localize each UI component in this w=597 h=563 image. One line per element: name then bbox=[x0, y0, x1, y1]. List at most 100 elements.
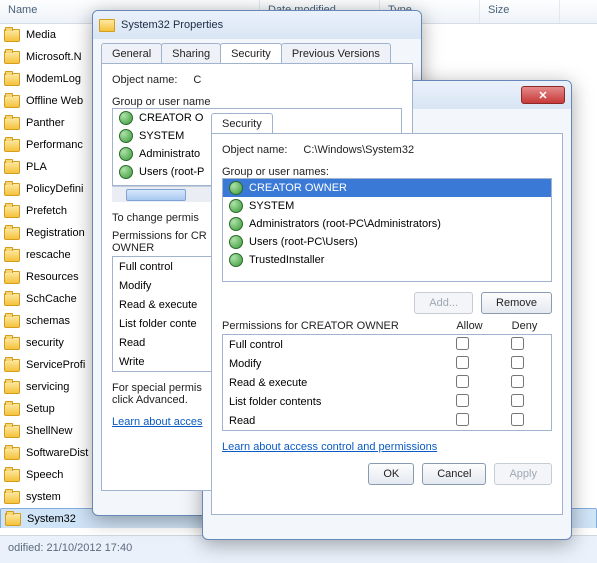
permission-name: Read & execute bbox=[229, 377, 435, 389]
folder-name: security bbox=[26, 337, 64, 349]
close-icon: ✕ bbox=[538, 89, 547, 102]
permissions-window: Permissions for System32 ✕ Security Obje… bbox=[202, 80, 572, 540]
user-label: TrustedInstaller bbox=[249, 254, 324, 266]
folder-name: Prefetch bbox=[26, 205, 67, 217]
user-label: Users (root-P bbox=[139, 166, 204, 178]
user-icon bbox=[229, 235, 243, 249]
allow-checkbox[interactable] bbox=[456, 394, 469, 407]
user-label: Users (root-PC\Users) bbox=[249, 236, 358, 248]
folder-icon bbox=[4, 491, 20, 504]
tab-previous-versions[interactable]: Previous Versions bbox=[281, 43, 391, 63]
folder-icon bbox=[4, 403, 20, 416]
user-label: CREATOR O bbox=[139, 112, 203, 124]
tab-security[interactable]: Security bbox=[220, 43, 282, 63]
add-button[interactable]: Add... bbox=[414, 292, 473, 314]
tab-security[interactable]: Security bbox=[211, 113, 273, 133]
folder-icon bbox=[4, 447, 20, 460]
user-item[interactable]: CREATOR OWNER bbox=[223, 179, 551, 197]
folder-icon bbox=[4, 271, 20, 284]
user-icon bbox=[229, 217, 243, 231]
folder-icon bbox=[4, 161, 20, 174]
folder-icon bbox=[4, 425, 20, 438]
user-item[interactable]: Administrators (root-PC\Administrators) bbox=[223, 215, 551, 233]
group-label: Group or user names: bbox=[222, 166, 552, 178]
object-name-value: C bbox=[193, 74, 201, 86]
permission-row: List folder contents bbox=[223, 392, 551, 411]
folder-icon bbox=[4, 183, 20, 196]
col-size[interactable]: Size bbox=[480, 0, 560, 23]
folder-name: PolicyDefini bbox=[26, 183, 83, 195]
deny-checkbox[interactable] bbox=[511, 356, 524, 369]
tab-sharing[interactable]: Sharing bbox=[161, 43, 221, 63]
cancel-button[interactable]: Cancel bbox=[422, 463, 486, 485]
folder-icon bbox=[4, 117, 20, 130]
close-button[interactable]: ✕ bbox=[521, 86, 565, 104]
folder-name: Offline Web bbox=[26, 95, 83, 107]
permissions-user-list[interactable]: CREATOR OWNER SYSTEMAdministrators (root-… bbox=[222, 178, 552, 282]
folder-icon bbox=[4, 337, 20, 350]
folder-name: Setup bbox=[26, 403, 55, 415]
folder-name: servicing bbox=[26, 381, 69, 393]
remove-button[interactable]: Remove bbox=[481, 292, 552, 314]
folder-name: ModemLog bbox=[26, 73, 81, 85]
deny-header: Deny bbox=[497, 320, 552, 332]
folder-name: Registration bbox=[26, 227, 85, 239]
permissions-table: Full controlModifyRead & executeList fol… bbox=[222, 334, 552, 431]
folder-icon bbox=[4, 293, 20, 306]
user-icon bbox=[119, 129, 133, 143]
folder-icon bbox=[4, 359, 20, 372]
deny-checkbox[interactable] bbox=[511, 394, 524, 407]
tab-general[interactable]: General bbox=[101, 43, 162, 63]
folder-name: Panther bbox=[26, 117, 65, 129]
learn-more-link[interactable]: Learn about acces bbox=[112, 416, 203, 428]
user-item[interactable]: TrustedInstaller bbox=[223, 251, 551, 269]
learn-more-link[interactable]: Learn about access control and permissio… bbox=[222, 441, 437, 453]
folder-icon bbox=[4, 315, 20, 328]
folder-name: PLA bbox=[26, 161, 47, 173]
folder-icon bbox=[4, 73, 20, 86]
user-icon bbox=[229, 181, 243, 195]
deny-checkbox[interactable] bbox=[511, 413, 524, 426]
folder-icon bbox=[4, 469, 20, 482]
user-item[interactable]: Users (root-PC\Users) bbox=[223, 233, 551, 251]
user-label: SYSTEM bbox=[139, 130, 184, 142]
allow-checkbox[interactable] bbox=[456, 413, 469, 426]
user-icon bbox=[229, 253, 243, 267]
object-name-label: Object name: bbox=[222, 144, 287, 156]
permission-name: Read bbox=[229, 415, 435, 427]
deny-checkbox[interactable] bbox=[511, 375, 524, 388]
folder-name: ShellNew bbox=[26, 425, 72, 437]
folder-name: Resources bbox=[26, 271, 79, 283]
folder-name: Speech bbox=[26, 469, 63, 481]
user-label: CREATOR OWNER bbox=[249, 182, 347, 194]
user-icon bbox=[119, 111, 133, 125]
folder-icon bbox=[4, 51, 20, 64]
user-item[interactable]: SYSTEM bbox=[223, 197, 551, 215]
permission-name: List folder contents bbox=[229, 396, 435, 408]
folder-icon bbox=[5, 513, 21, 526]
folder-name: rescache bbox=[26, 249, 71, 261]
folder-name: Performanc bbox=[26, 139, 83, 151]
folder-name: Microsoft.N bbox=[26, 51, 82, 63]
ok-button[interactable]: OK bbox=[368, 463, 414, 485]
permission-row: Read bbox=[223, 411, 551, 430]
allow-checkbox[interactable] bbox=[456, 356, 469, 369]
folder-icon bbox=[4, 249, 20, 262]
properties-titlebar[interactable]: System32 Properties bbox=[93, 11, 421, 39]
folder-name: SchCache bbox=[26, 293, 77, 305]
object-name-label: Object name: bbox=[112, 74, 177, 86]
deny-checkbox[interactable] bbox=[511, 337, 524, 350]
folder-icon bbox=[4, 205, 20, 218]
permission-name: Full control bbox=[229, 339, 435, 351]
folder-name: ServiceProfi bbox=[26, 359, 85, 371]
folder-icon bbox=[99, 19, 115, 32]
folder-icon bbox=[4, 227, 20, 240]
folder-icon bbox=[4, 139, 20, 152]
allow-checkbox[interactable] bbox=[456, 337, 469, 350]
folder-name: system bbox=[26, 491, 61, 503]
permission-row: Read & execute bbox=[223, 373, 551, 392]
scrollbar-thumb[interactable] bbox=[126, 189, 186, 201]
folder-name: schemas bbox=[26, 315, 70, 327]
allow-checkbox[interactable] bbox=[456, 375, 469, 388]
apply-button[interactable]: Apply bbox=[494, 463, 552, 485]
